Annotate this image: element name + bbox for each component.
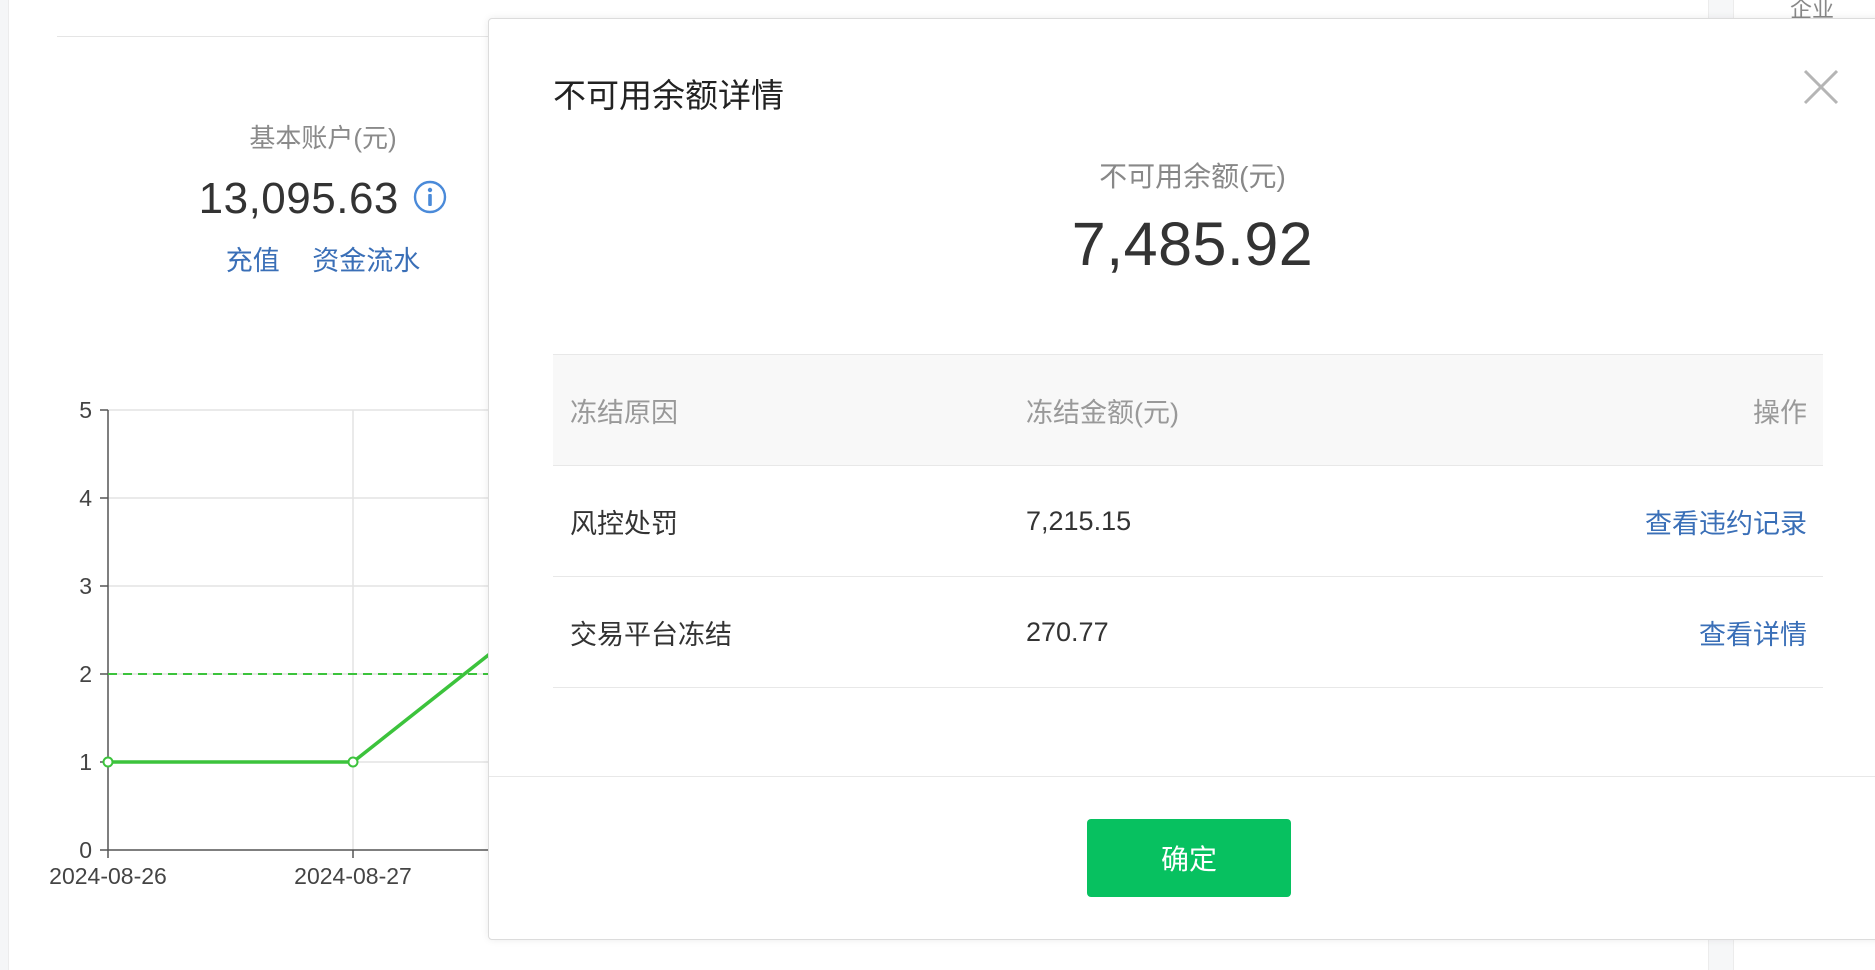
info-icon[interactable]	[413, 180, 447, 214]
row-amount: 7,215.15	[1026, 505, 1132, 536]
top-divider	[57, 36, 537, 37]
row-amount: 270.77	[1026, 616, 1109, 647]
y-tick-label: 4	[79, 485, 92, 511]
data-point	[347, 756, 359, 768]
modal-title: 不可用余额详情	[553, 77, 784, 114]
header-amount: 冻结金额(元)	[1026, 397, 1179, 428]
account-title: 基本账户(元)	[249, 123, 397, 153]
row-reason: 风控处罚	[570, 508, 678, 539]
account-balance: 13,095.63	[198, 174, 399, 223]
table-row: 风控处罚 7,215.15 查看违约记录	[553, 466, 1823, 577]
view-details-link[interactable]: 查看详情	[1699, 577, 1807, 687]
unavailable-balance-label: 不可用余额(元)	[1099, 161, 1286, 192]
series-line	[108, 646, 496, 764]
y-tick-label: 0	[79, 837, 92, 863]
basic-account-card: 基本账户(元) 13,095.63 充值 资金流水	[150, 118, 496, 276]
table-row: 交易平台冻结 270.77 查看详情	[553, 577, 1823, 688]
account-amount-row: 13,095.63	[150, 174, 496, 224]
data-point	[102, 756, 114, 768]
y-tick-label: 3	[79, 573, 92, 599]
account-links: 充值 资金流水	[150, 239, 496, 278]
unavailable-balance-amount: 7,485.92	[1071, 210, 1314, 278]
frozen-reasons-table: 冻结原因 冻结金额(元) 操作 风控处罚 7,215.15 查看违约记录 交易平…	[553, 354, 1823, 688]
header-action: 操作	[1753, 397, 1807, 428]
header-reason: 冻结原因	[570, 397, 678, 428]
fund-flow-link[interactable]: 资金流水	[312, 246, 420, 276]
table-header: 冻结原因 冻结金额(元) 操作	[553, 354, 1823, 466]
y-tick-label: 2	[79, 661, 92, 687]
x-tick-label: 2024-08-27	[294, 863, 412, 889]
x-tick-label: 2024-08-26	[50, 863, 167, 889]
chart-canvas: 0 1 2 3 4 5 2024-08-26 2024-08-27	[50, 397, 496, 889]
modal-footer-divider	[489, 776, 1875, 777]
row-reason: 交易平台冻结	[570, 619, 732, 650]
recharge-link[interactable]: 充值	[226, 246, 280, 276]
close-icon[interactable]	[1801, 67, 1841, 107]
y-tick-label: 1	[79, 749, 92, 775]
y-tick-label: 5	[79, 397, 92, 423]
balance-trend-chart: 0 1 2 3 4 5 2024-08-26 2024-08-27	[50, 390, 496, 910]
view-violation-records-link[interactable]: 查看违约记录	[1645, 466, 1807, 576]
page-left-border	[0, 0, 9, 970]
unavailable-balance-modal: 不可用余额详情 不可用余额(元) 7,485.92 冻结原因 冻结金额(元) 操…	[488, 18, 1875, 940]
confirm-button[interactable]: 确定	[1087, 819, 1291, 897]
